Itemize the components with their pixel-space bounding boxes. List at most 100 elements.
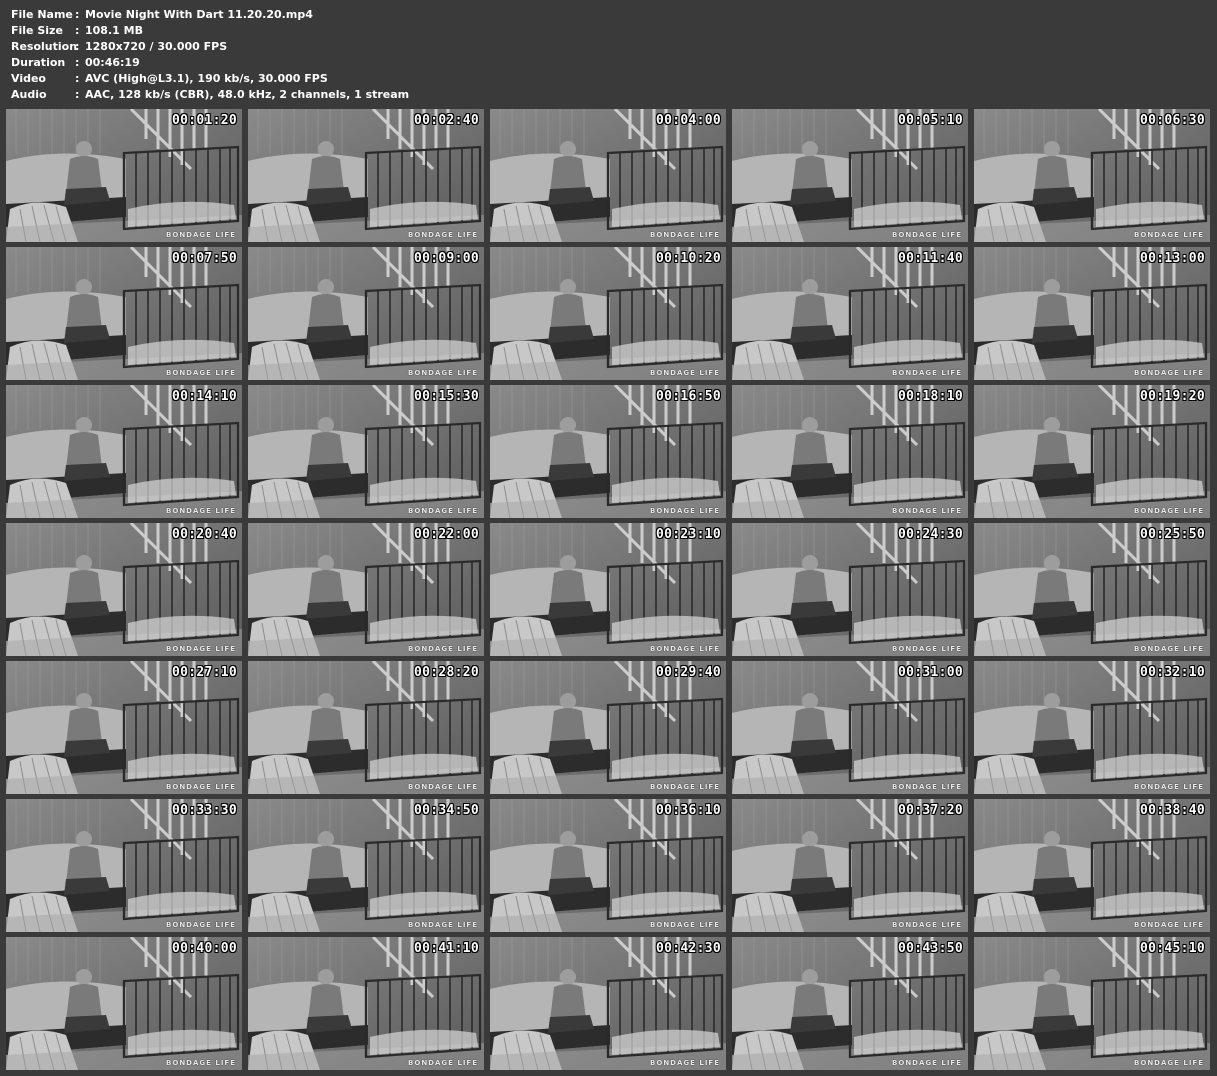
video-thumbnail: 00:29:40 BONDAGE LIFE [490,661,726,794]
frame-image [248,109,484,242]
thumbnail-timestamp: 00:19:20 [1139,389,1205,404]
info-label: File Name [11,8,73,21]
video-thumbnail: 00:14:10 BONDAGE LIFE [6,385,242,518]
info-row-video: Video : AVC (High@L3.1), 190 kb/s, 30.00… [11,71,409,87]
frame-image [490,385,726,518]
info-label: Duration [11,56,66,69]
frame-image [732,523,968,656]
frame-image [974,247,1210,380]
thumbnail-watermark: BONDAGE LIFE [166,783,236,791]
thumbnail-watermark: BONDAGE LIFE [166,645,236,653]
thumbnail-watermark: BONDAGE LIFE [650,645,720,653]
thumbnail-timestamp: 00:37:20 [897,803,963,818]
frame-image [248,247,484,380]
thumbnail-timestamp: 00:25:50 [1139,527,1205,542]
video-thumbnail: 00:27:10 BONDAGE LIFE [6,661,242,794]
thumbnail-timestamp: 00:24:30 [897,527,963,542]
info-label: Video [11,72,46,85]
info-value: AAC, 128 kb/s (CBR), 48.0 kHz, 2 channel… [85,88,410,101]
thumbnail-watermark: BONDAGE LIFE [1134,783,1204,791]
thumbnail-watermark: BONDAGE LIFE [166,507,236,515]
frame-image [6,109,242,242]
thumbnail-timestamp: 00:15:30 [413,389,479,404]
video-thumbnail: 00:09:00 BONDAGE LIFE [248,247,484,380]
video-thumbnail: 00:34:50 BONDAGE LIFE [248,799,484,932]
thumbnail-watermark: BONDAGE LIFE [650,369,720,377]
info-row-file-name: File Name : Movie Night With Dart 11.20.… [11,7,409,23]
thumbnail-timestamp: 00:32:10 [1139,665,1205,680]
video-thumbnail: 00:25:50 BONDAGE LIFE [974,523,1210,656]
video-thumbnail: 00:02:40 BONDAGE LIFE [248,109,484,242]
thumbnail-timestamp: 00:02:40 [413,113,479,128]
frame-image [6,385,242,518]
video-thumbnail: 00:41:10 BONDAGE LIFE [248,937,484,1070]
thumbnail-watermark: BONDAGE LIFE [892,783,962,791]
info-value: Movie Night With Dart 11.20.20.mp4 [85,8,313,21]
info-value: AVC (High@L3.1), 190 kb/s, 30.000 FPS [85,72,328,85]
thumbnail-watermark: BONDAGE LIFE [1134,231,1204,239]
frame-image [490,661,726,794]
thumbnail-watermark: BONDAGE LIFE [892,507,962,515]
frame-image [732,247,968,380]
frame-image [974,661,1210,794]
video-thumbnail: 00:19:20 BONDAGE LIFE [974,385,1210,518]
thumbnail-watermark: BONDAGE LIFE [166,231,236,239]
thumbnail-timestamp: 00:07:50 [171,251,237,266]
thumbnail-watermark: BONDAGE LIFE [650,1059,720,1067]
video-thumbnail: 00:33:30 BONDAGE LIFE [6,799,242,932]
video-thumbnail: 00:16:50 BONDAGE LIFE [490,385,726,518]
video-thumbnail: 00:37:20 BONDAGE LIFE [732,799,968,932]
frame-image [974,523,1210,656]
video-thumbnail: 00:38:40 BONDAGE LIFE [974,799,1210,932]
thumbnail-watermark: BONDAGE LIFE [408,783,478,791]
thumbnail-timestamp: 00:20:40 [171,527,237,542]
thumbnail-timestamp: 00:06:30 [1139,113,1205,128]
thumbnail-watermark: BONDAGE LIFE [892,369,962,377]
info-row-resolution: Resolution : 1280x720 / 30.000 FPS [11,39,409,55]
thumbnail-watermark: BONDAGE LIFE [1134,369,1204,377]
video-thumbnail: 00:45:10 BONDAGE LIFE [974,937,1210,1070]
thumbnail-timestamp: 00:05:10 [897,113,963,128]
info-value: 1280x720 / 30.000 FPS [85,40,228,53]
thumbnail-timestamp: 00:41:10 [413,941,479,956]
video-thumbnail: 00:11:40 BONDAGE LIFE [732,247,968,380]
frame-image [732,937,968,1070]
thumbnail-watermark: BONDAGE LIFE [650,507,720,515]
frame-image [732,385,968,518]
info-label: File Size [11,24,63,37]
video-thumbnail: 00:15:30 BONDAGE LIFE [248,385,484,518]
frame-image [974,799,1210,932]
thumbnail-grid: 00:01:20 BONDAGE LIFE 00:02:40 BONDAGE LIFE… [6,109,1212,1070]
thumbnail-timestamp: 00:09:00 [413,251,479,266]
frame-image [248,385,484,518]
video-thumbnail: 00:10:20 BONDAGE LIFE [490,247,726,380]
video-thumbnail: 00:13:00 BONDAGE LIFE [974,247,1210,380]
video-thumbnail: 00:05:10 BONDAGE LIFE [732,109,968,242]
thumbnail-watermark: BONDAGE LIFE [650,231,720,239]
frame-image [490,937,726,1070]
info-label: Audio [11,88,47,101]
info-value: 00:46:19 [85,56,140,69]
video-thumbnail: 00:23:10 BONDAGE LIFE [490,523,726,656]
frame-image [732,661,968,794]
frame-image [6,937,242,1070]
info-separator: : [75,8,80,21]
thumbnail-watermark: BONDAGE LIFE [892,231,962,239]
info-separator: : [75,72,80,85]
frame-image [6,661,242,794]
thumbnail-timestamp: 00:11:40 [897,251,963,266]
thumbnail-timestamp: 00:45:10 [1139,941,1205,956]
thumbnail-timestamp: 00:28:20 [413,665,479,680]
info-row-audio: Audio : AAC, 128 kb/s (CBR), 48.0 kHz, 2… [11,87,409,103]
video-thumbnail: 00:07:50 BONDAGE LIFE [6,247,242,380]
frame-image [974,109,1210,242]
thumbnail-watermark: BONDAGE LIFE [892,1059,962,1067]
frame-image [6,247,242,380]
thumbnail-watermark: BONDAGE LIFE [166,1059,236,1067]
frame-image [490,523,726,656]
frame-image [490,799,726,932]
frame-image [6,523,242,656]
video-thumbnail: 00:42:30 BONDAGE LIFE [490,937,726,1070]
frame-image [490,109,726,242]
video-thumbnail: 00:20:40 BONDAGE LIFE [6,523,242,656]
